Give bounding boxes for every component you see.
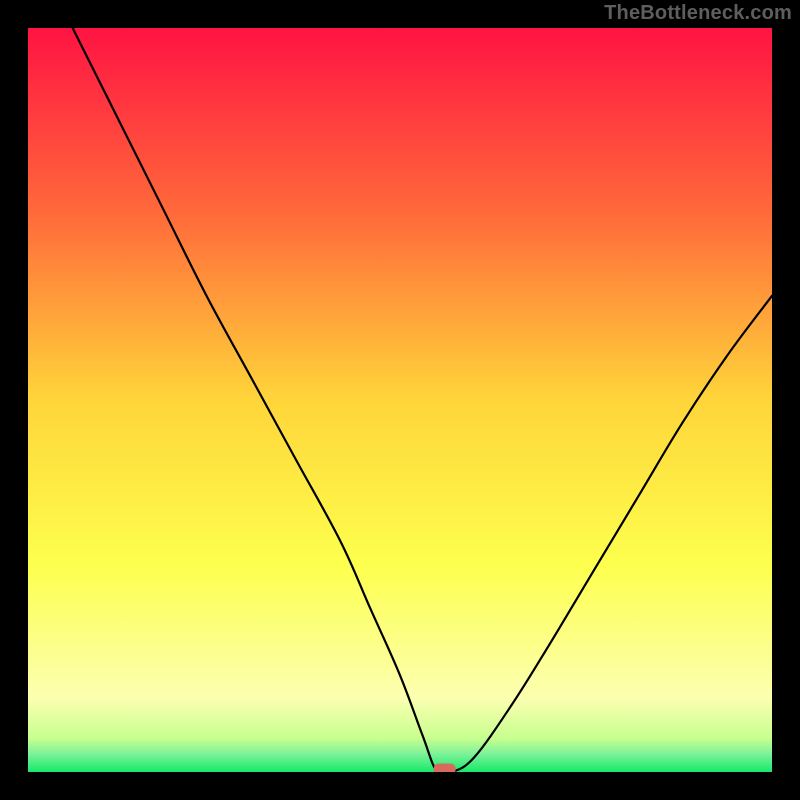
bottleneck-chart [28, 28, 772, 772]
plot-area [28, 28, 772, 772]
gradient-background [28, 28, 772, 772]
optimal-marker [434, 764, 456, 772]
watermark-text: TheBottleneck.com [604, 2, 792, 25]
stage: TheBottleneck.com [0, 0, 800, 800]
